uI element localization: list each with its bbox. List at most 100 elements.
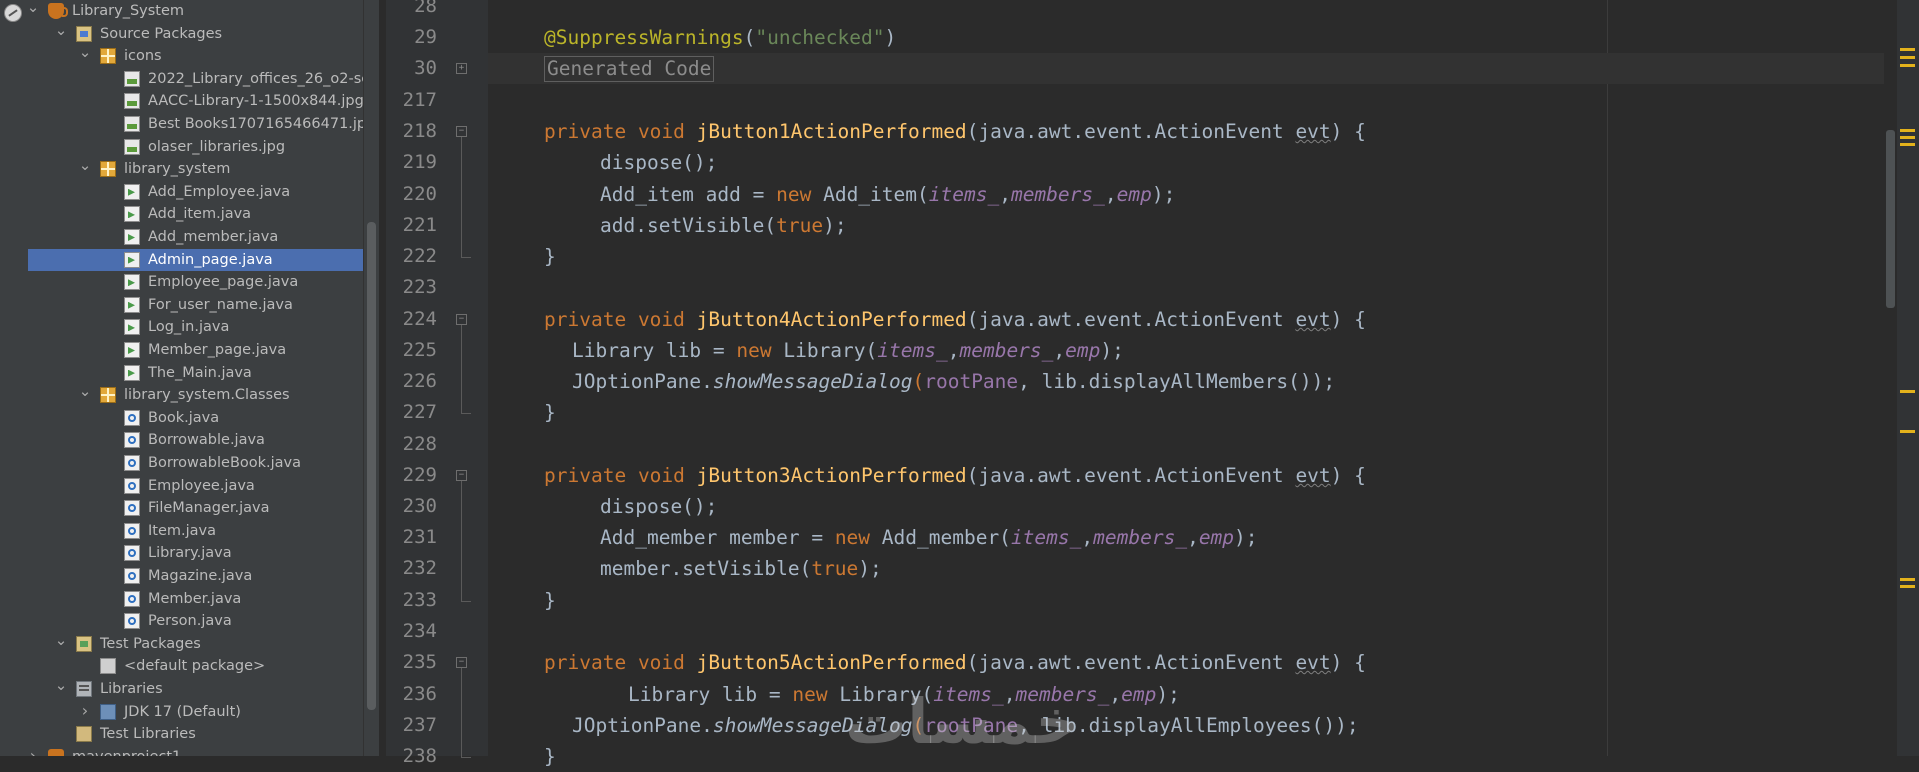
tree-item[interactable]: olaser_libraries.jpg	[28, 136, 363, 158]
warning-stripe-mark[interactable]	[1900, 578, 1915, 581]
tree-item[interactable]: Add_Employee.java	[28, 181, 363, 203]
code-line-235[interactable]: private void jButton5ActionPerformed(jav…	[544, 647, 1366, 678]
code-line-233[interactable]: }	[544, 585, 556, 616]
editor-scrollbar-thumb[interactable]	[1886, 130, 1895, 308]
tree-item[interactable]: › mavenproject1	[28, 746, 363, 756]
chevron-down-icon[interactable]: ⌄	[54, 678, 68, 700]
chevron-down-icon[interactable]: ⌄	[78, 45, 92, 67]
code-line-220[interactable]: Add_item add = new Add_item(items_,membe…	[600, 179, 1175, 210]
declaration: Add_member member =	[600, 526, 835, 549]
chevron-down-icon[interactable]: ⌄	[78, 384, 92, 406]
code-line-226[interactable]: JOptionPane.showMessageDialog(rootPane, …	[572, 366, 1335, 397]
field-ref: members_	[1010, 183, 1105, 206]
tree-item[interactable]: Best Books1707165466471.jpeg	[28, 113, 363, 135]
tree-item[interactable]: › JDK 17 (Default)	[28, 701, 363, 723]
tree-item[interactable]: Add_member.java	[28, 226, 363, 248]
code-line-232[interactable]: member.setVisible(true);	[600, 553, 882, 584]
param-name: evt	[1295, 308, 1331, 331]
line-number: 228	[402, 433, 437, 455]
chevron-right-icon[interactable]: ›	[78, 701, 92, 723]
tree-item[interactable]: 2022_Library_offices_26_o2-scale	[28, 68, 363, 90]
comma: ,	[1104, 183, 1117, 206]
chevron-down-icon[interactable]: ⌄	[28, 0, 40, 22]
test-packages-icon	[76, 635, 92, 652]
chevron-down-icon[interactable]: ⌄	[54, 632, 68, 655]
code-line-225[interactable]: Library lib = new Library(items_,members…	[572, 335, 1124, 366]
code-line-219[interactable]: dispose();	[600, 147, 717, 178]
chevron-down-icon[interactable]: ⌄	[78, 158, 92, 180]
expand-fold-icon[interactable]: +	[456, 63, 467, 74]
tree-item[interactable]: ⌄ Library_System	[28, 0, 363, 22]
line-number: 234	[402, 620, 437, 642]
tree-item[interactable]: Borrowable.java	[28, 429, 363, 451]
warning-stripe-mark[interactable]	[1900, 430, 1915, 433]
collapse-fold-icon[interactable]: −	[456, 126, 467, 137]
warning-stripe-mark[interactable]	[1900, 48, 1915, 51]
field-ref: items_	[928, 183, 1000, 206]
project-tree-scrollbar[interactable]	[363, 0, 379, 756]
tree-item[interactable]: <default package>	[28, 655, 363, 677]
field-ref: emp	[1116, 183, 1152, 206]
code-line-229[interactable]: private void jButton3ActionPerformed(jav…	[544, 460, 1366, 491]
tree-item[interactable]: Book.java	[28, 407, 363, 429]
chevron-right-icon[interactable]: ›	[28, 746, 40, 756]
code-line-227[interactable]: }	[544, 397, 556, 428]
tree-item[interactable]: Library.java	[28, 542, 363, 564]
warning-stripe-mark[interactable]	[1900, 136, 1915, 139]
tree-item[interactable]: ⌄ Source Packages	[28, 22, 363, 45]
warning-stripe-mark[interactable]	[1900, 64, 1915, 67]
tree-item[interactable]: Employee.java	[28, 475, 363, 497]
param-type: java.awt.event.ActionEvent	[978, 120, 1284, 143]
code-line-221[interactable]: add.setVisible(true);	[600, 210, 847, 241]
param-name: evt	[1295, 120, 1331, 143]
collapse-fold-icon[interactable]: −	[456, 657, 467, 668]
warning-stripe-mark[interactable]	[1900, 129, 1915, 132]
line-number: 227	[402, 401, 437, 423]
warning-stripe-mark[interactable]	[1900, 56, 1915, 59]
tree-item[interactable]: Member.java	[28, 588, 363, 610]
tree-item[interactable]: ⌄ library_system.Classes	[28, 384, 363, 406]
code-line-29[interactable]: @SuppressWarnings("unchecked")	[544, 22, 896, 53]
tree-item[interactable]: BorrowableBook.java	[28, 452, 363, 474]
warning-stripe-mark[interactable]	[1900, 390, 1915, 393]
tree-item[interactable]: FileManager.java	[28, 497, 363, 519]
tree-item[interactable]: ⌄ icons	[28, 45, 363, 67]
globe-icon[interactable]	[4, 4, 22, 22]
editor-scrollbar[interactable]	[1884, 0, 1897, 756]
code-line-222[interactable]: }	[544, 241, 556, 272]
tree-item[interactable]: The_Main.java	[28, 362, 363, 384]
line-number: 238	[402, 745, 437, 767]
project-tree-scrollbar-thumb[interactable]	[367, 222, 376, 710]
code-line-224[interactable]: private void jButton4ActionPerformed(jav…	[544, 304, 1366, 335]
tree-item[interactable]: Employee_page.java	[28, 271, 363, 293]
annotation: @SuppressWarnings	[544, 26, 744, 49]
tree-item[interactable]: Person.java	[28, 610, 363, 632]
tree-item[interactable]: Log_in.java	[28, 316, 363, 338]
tree-item[interactable]: Member_page.java	[28, 339, 363, 361]
warning-stripe-mark[interactable]	[1900, 585, 1915, 588]
code-line-230[interactable]: dispose();	[600, 491, 717, 522]
warning-stripe-mark[interactable]	[1900, 143, 1915, 146]
code-line-218[interactable]: private void jButton1ActionPerformed(jav…	[544, 116, 1366, 147]
tree-item[interactable]: Test Libraries	[28, 723, 363, 745]
tree-item[interactable]: Magazine.java	[28, 565, 363, 587]
tree-item[interactable]: Add_item.java	[28, 203, 363, 225]
close: );	[823, 214, 847, 237]
java-project-icon	[48, 748, 64, 756]
code-line-30[interactable]: Generated Code	[544, 53, 715, 84]
tree-item[interactable]: AACC-Library-1-1500x844.jpg	[28, 90, 363, 112]
code-line-238[interactable]: }	[544, 741, 556, 772]
chevron-down-icon[interactable]: ⌄	[54, 22, 68, 45]
tree-item[interactable]: ⌄ library_system	[28, 158, 363, 180]
tree-item[interactable]: For_user_name.java	[28, 294, 363, 316]
tree-item[interactable]: ⌄ Libraries	[28, 678, 363, 700]
error-stripe[interactable]	[1897, 0, 1919, 756]
project-tree[interactable]: ⌄ Library_System ⌄ Source Packages ⌄ icons 202…	[28, 0, 363, 756]
tree-item[interactable]: Item.java	[28, 520, 363, 542]
code-line-231[interactable]: Add_member member = new Add_member(items…	[600, 522, 1258, 553]
collapsed-generated-code[interactable]: Generated Code	[544, 56, 715, 82]
tree-item[interactable]: ⌄ Test Packages	[28, 632, 363, 655]
collapse-fold-icon[interactable]: −	[456, 314, 467, 325]
collapse-fold-icon[interactable]: −	[456, 470, 467, 481]
tree-item[interactable]: Admin_page.java	[28, 248, 363, 271]
